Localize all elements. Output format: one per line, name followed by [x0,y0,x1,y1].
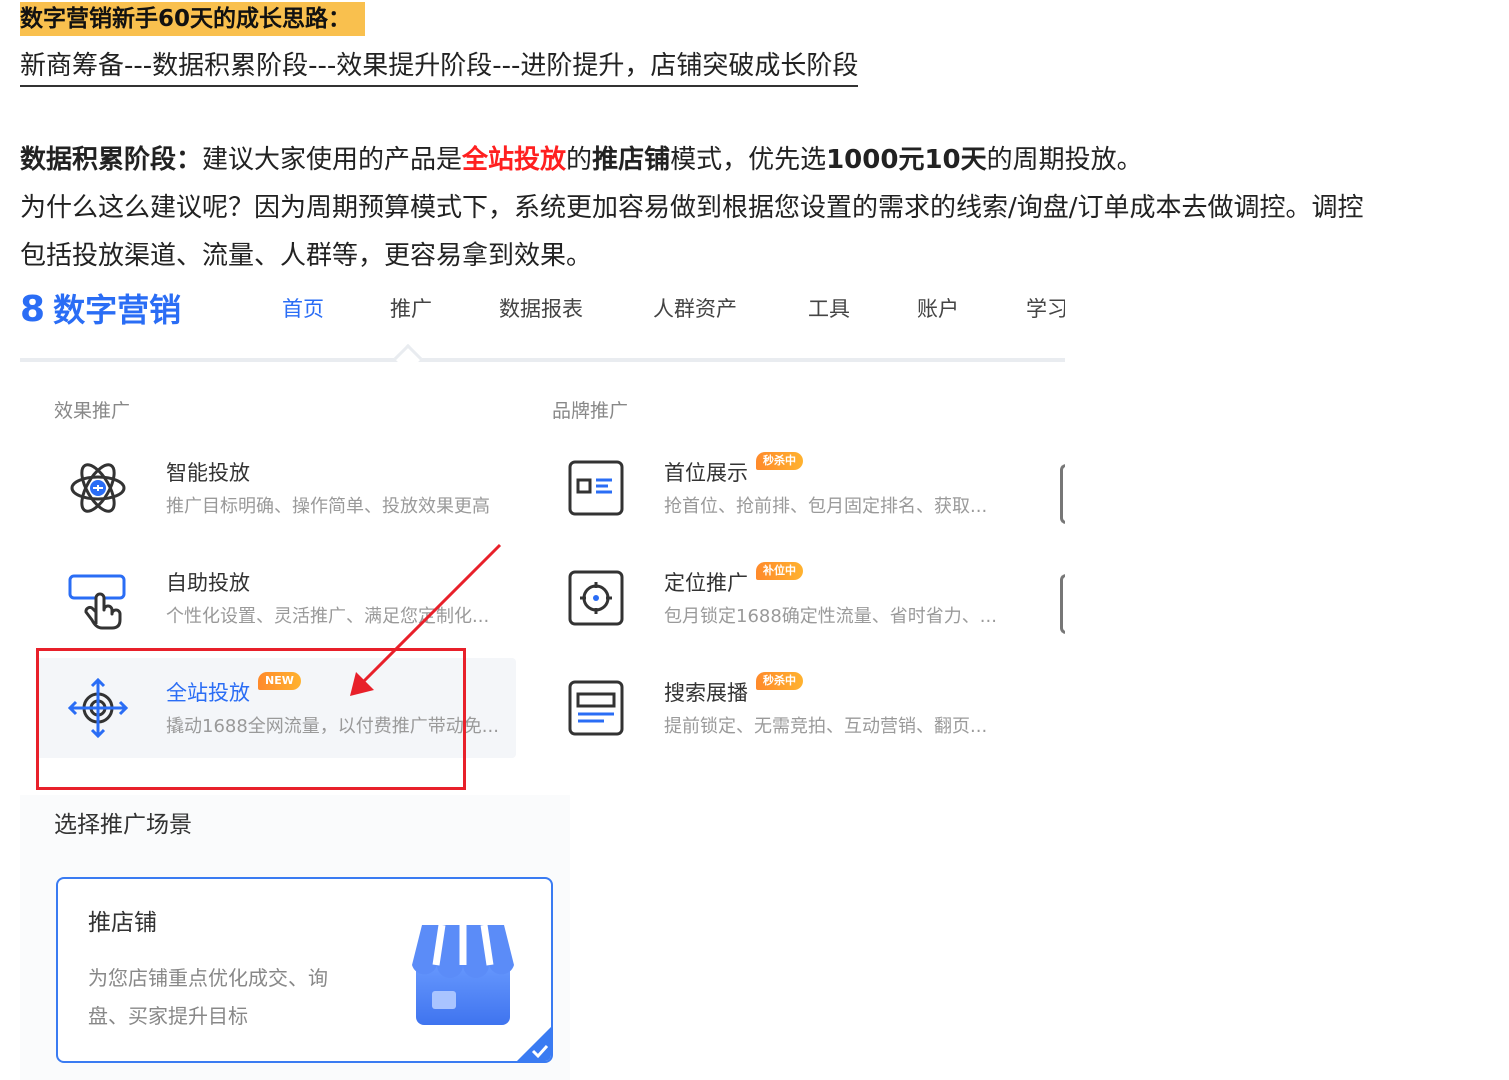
selected-check-icon [517,1027,551,1061]
scene-screenshot: 选择推广场景 推店铺 为您店铺重点优化成交、询盘、买家提升目标 [20,795,570,1080]
p1-text-c: 模式，优先选 [670,145,827,175]
cut-off-icon [1060,464,1065,524]
menu-item-top-display[interactable]: 首位展示秒杀中 抢首位、抢前排、包月固定排名、获取... [534,438,994,538]
hand-click-icon [68,574,126,630]
paragraph-3: 包括投放渠道、流量、人群等，更容易拿到效果。 [20,241,593,271]
paragraph-2: 为什么这么建议呢？因为周期预算模式下，系统更加容易做到根据您设置的需求的线索/询… [20,193,1364,223]
nav-item-account[interactable]: 账户 [917,294,959,324]
menu-item-position-promo[interactable]: 定位推广补位中 包月锁定1688确定性流量、省时省力、... [534,548,997,648]
banner-icon [568,680,624,736]
menu-item-title-text: 首位展示 [664,461,748,485]
p1-product: 全站投放 [462,145,567,175]
annotation-highlight-box [36,648,466,790]
crosshair-icon [568,570,624,626]
menu-item-desc: 个性化设置、灵活推广、满足您定制化... [166,606,490,627]
menu-item-title: 自助投放 [166,571,250,595]
card-list-icon [568,460,624,516]
p1-text-a: 建议大家使用的产品是 [202,145,463,175]
promo-badge: 补位中 [756,562,803,580]
p1-budget: 1000元10天 [826,145,987,175]
nav-item-learn[interactable]: 学习 [1026,294,1065,324]
scene-card-desc: 为您店铺重点优化成交、询盘、买家提升目标 [88,966,328,1028]
cut-off-icon [1060,574,1065,634]
menu-item-title: 首位展示秒杀中 [664,452,803,488]
menu-item-title: 定位推广补位中 [664,562,803,598]
nav-item-audience[interactable]: 人群资产 [653,294,737,324]
menu-item-self-delivery[interactable]: 自助投放 个性化设置、灵活推广、满足您定制化... [36,548,496,648]
atom-icon [70,463,126,513]
nav-item-reports[interactable]: 数据报表 [499,294,583,324]
nav-item-home[interactable]: 首页 [282,294,324,324]
menu-item-title-text: 搜索展播 [664,681,748,705]
menu-item-desc: 包月锁定1688确定性流量、省时省力、... [664,606,997,627]
group-title-brand: 品牌推广 [552,400,629,422]
article-heading: 数字营销新手60天的成长思路： [20,2,366,36]
menu-item-title: 搜索展播秒杀中 [664,672,803,708]
menu-item-desc: 提前锁定、无需竞拍、互动营销、翻页... [664,716,988,737]
menu-item-title-text: 定位推广 [664,571,748,595]
promo-badge: 秒杀中 [756,672,803,690]
p1-text-d: 的周期投放。 [986,145,1143,175]
p1-lead: 数据积累阶段： [20,145,203,175]
scene-section-title: 选择推广场景 [54,812,192,838]
nav-item-tools[interactable]: 工具 [808,294,850,324]
nav-item-promote[interactable]: 推广 [390,294,432,324]
stages-line: 新商筹备---数据积累阶段---效果提升阶段---进阶提升，店铺突破成长阶段 [20,48,859,87]
storefront-icon [412,924,514,1025]
scene-card-promote-store[interactable]: 推店铺 为您店铺重点优化成交、询盘、买家提升目标 [56,877,553,1063]
menu-item-desc: 推广目标明确、操作简单、投放效果更高 [166,496,490,517]
menu-item-desc: 抢首位、抢前排、包月固定排名、获取... [664,496,988,517]
nav-divider [20,358,1065,362]
promo-badge: 秒杀中 [756,452,803,470]
menu-item-smart-delivery[interactable]: 智能投放 推广目标明确、操作简单、投放效果更高 [36,438,496,538]
paragraph-1: 数据积累阶段：建议大家使用的产品是全站投放的推店铺模式，优先选1000元10天的… [20,142,1143,178]
top-nav: 首页 推广 数据报表 人群资产 工具 账户 学习 [20,294,1065,324]
menu-item-search-broadcast[interactable]: 搜索展播秒杀中 提前锁定、无需竞拍、互动营销、翻页... [534,658,994,758]
group-title-effect: 效果推广 [54,400,131,422]
p1-text-b: 的 [566,145,593,175]
menu-item-title: 智能投放 [166,461,250,485]
p1-mode: 推店铺 [592,145,671,175]
scene-card-title: 推店铺 [88,910,157,936]
